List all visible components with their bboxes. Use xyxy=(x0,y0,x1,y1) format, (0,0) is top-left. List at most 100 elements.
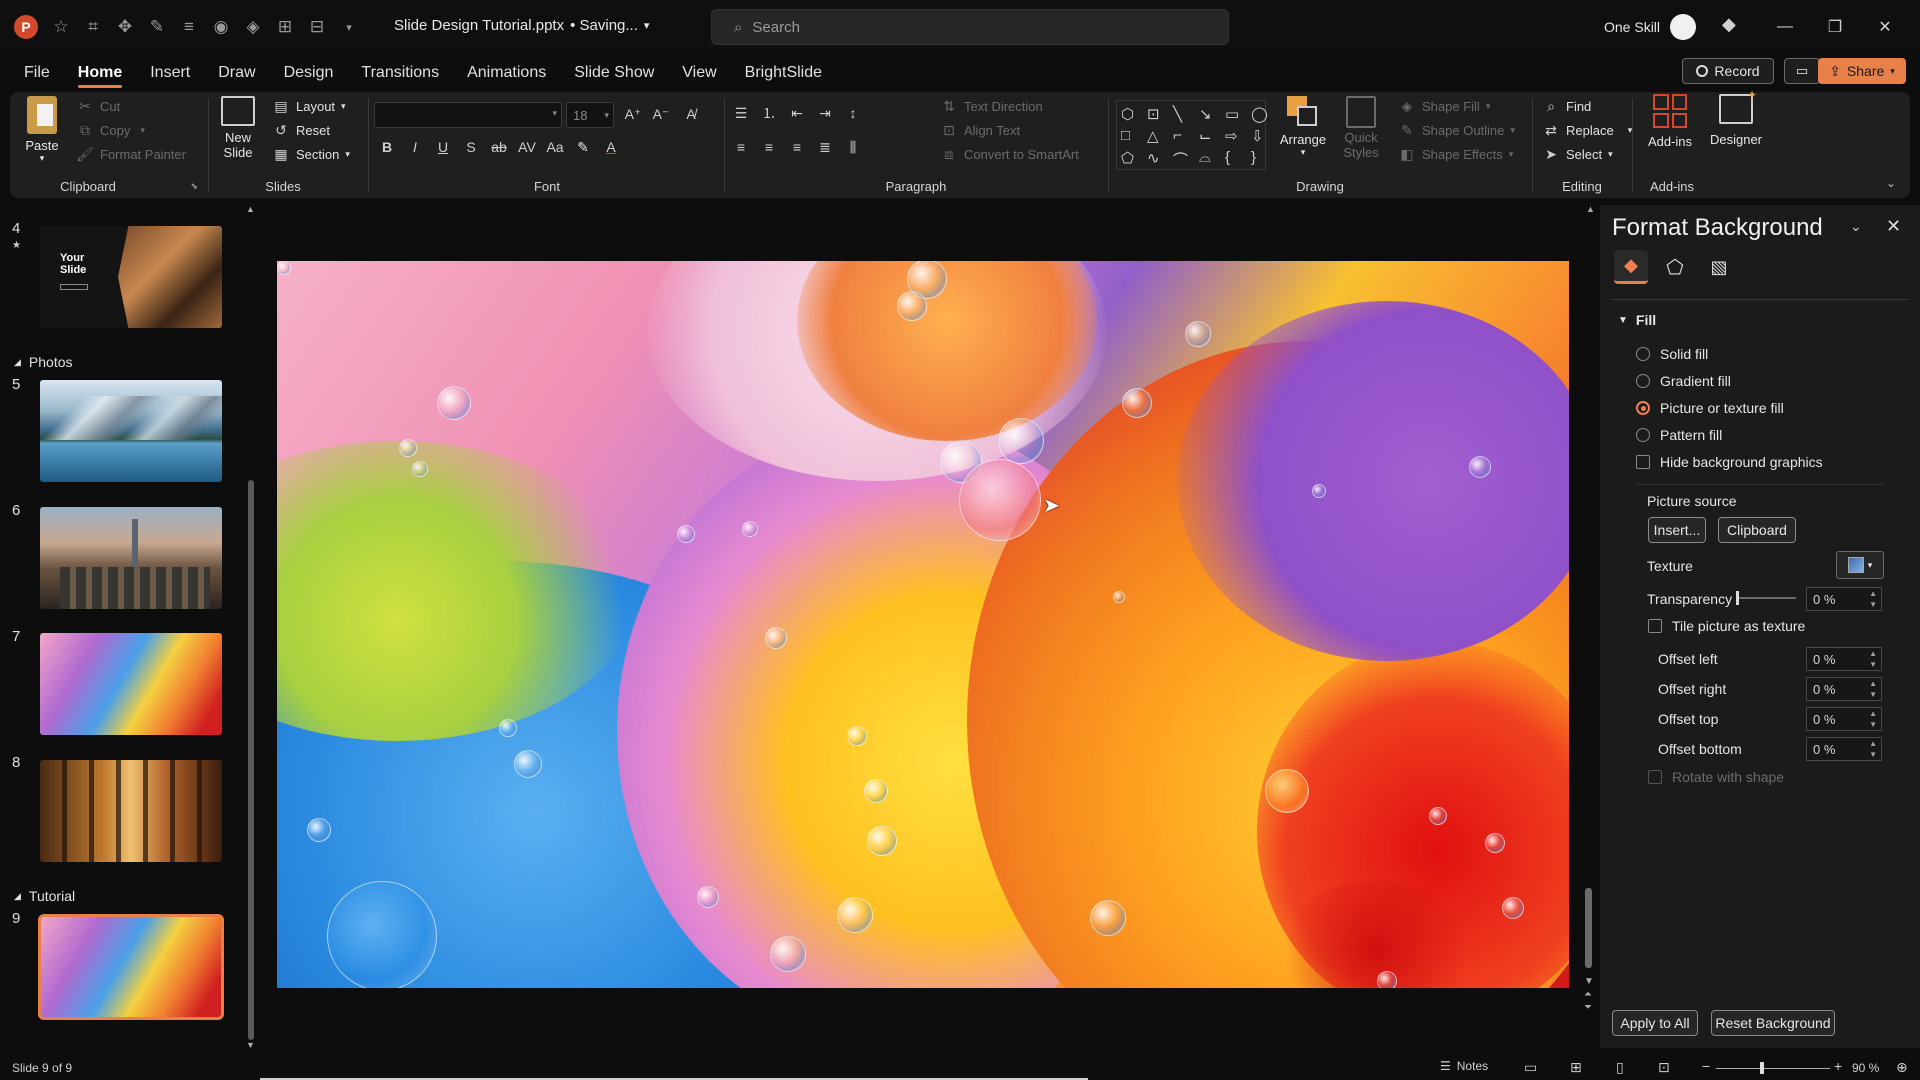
copy-button[interactable]: ⧉ Copy ▾ xyxy=(76,118,186,142)
shape-outline-button[interactable]: ✎ Shape Outline ▾ xyxy=(1398,118,1515,142)
format-painter-button[interactable]: 🖌 Format Painter xyxy=(76,142,186,166)
scroll-up-icon[interactable]: ▲ xyxy=(1586,204,1595,214)
picture-fill-option[interactable]: Picture or texture fill xyxy=(1636,400,1784,416)
replace-button[interactable]: ⇄ Replace ▾ xyxy=(1542,118,1632,142)
scroll-down-icon[interactable]: ▼ xyxy=(1584,976,1594,987)
tab-home[interactable]: Home xyxy=(64,56,136,90)
freeform-icon[interactable]: ⬠ xyxy=(1121,149,1143,170)
right-arrow-icon[interactable]: ⇨ xyxy=(1225,127,1247,145)
scribble-icon[interactable]: ∿ xyxy=(1147,149,1169,170)
spinner-arrows-icon[interactable]: ▲ ▼ xyxy=(1869,588,1877,610)
slide-thumbnail-6[interactable] xyxy=(40,507,222,609)
justify-icon[interactable]: ≣ xyxy=(816,138,834,156)
addins-button[interactable]: Add-ins xyxy=(1642,94,1698,149)
slide-thumbnail-8[interactable] xyxy=(40,760,222,862)
convert-smartart-button[interactable]: ⧈ Convert to SmartArt xyxy=(940,142,1079,166)
insert-picture-button[interactable]: Insert... xyxy=(1648,517,1706,543)
slide-sorter-icon[interactable]: ⊞ xyxy=(1570,1059,1582,1076)
clipboard-picture-button[interactable]: Clipboard xyxy=(1718,517,1796,543)
notes-button[interactable]: ☰ Notes xyxy=(1440,1059,1488,1073)
hide-graphics-option[interactable]: Hide background graphics xyxy=(1636,454,1823,470)
pattern-fill-radio[interactable] xyxy=(1636,428,1650,442)
slide-thumbnail-9-selected[interactable] xyxy=(38,914,224,1020)
search-box[interactable]: ⌕ Search xyxy=(711,9,1229,45)
reading-view-icon[interactable]: ▯ xyxy=(1616,1059,1624,1076)
minimize-button[interactable]: — xyxy=(1760,0,1810,54)
elbow-icon[interactable]: ⌐ xyxy=(1173,127,1195,145)
designer-button[interactable]: ✦ Designer xyxy=(1706,88,1766,147)
zoom-in-icon[interactable]: + xyxy=(1834,1058,1842,1074)
pen-icon[interactable]: ✎ xyxy=(146,16,168,38)
dialog-launcher-icon[interactable]: ⬊ xyxy=(190,181,198,192)
shapes-icon[interactable]: ◈ xyxy=(242,16,264,38)
slide-thumbnail-7[interactable] xyxy=(40,633,222,735)
record-button[interactable]: Record xyxy=(1682,58,1774,84)
pane-options-chevron-icon[interactable]: ⌄ xyxy=(1850,218,1862,235)
shrink-font-icon[interactable]: A⁻ xyxy=(652,105,670,123)
arc-icon[interactable]: ⌒ xyxy=(1173,149,1195,170)
arrow-line-icon[interactable]: ↘ xyxy=(1199,105,1221,123)
align-right-icon[interactable]: ≡ xyxy=(788,138,806,156)
hide-graphics-checkbox[interactable] xyxy=(1636,455,1650,469)
slide-scrollbar[interactable] xyxy=(1585,888,1592,968)
fit-to-window-icon[interactable]: ⊕ xyxy=(1896,1059,1908,1076)
align-text-button[interactable]: ⊡ Align Text xyxy=(940,118,1079,142)
diamond-icon[interactable]: ◆ xyxy=(1722,14,1736,35)
columns-icon[interactable]: ⫼ xyxy=(844,138,862,156)
apply-to-all-button[interactable]: Apply to All xyxy=(1612,1010,1698,1036)
font-size-dropdown[interactable]: 18 ▾ xyxy=(566,102,614,128)
tab-insert[interactable]: Insert xyxy=(136,56,204,90)
picture-tab-icon[interactable]: ▧ xyxy=(1702,250,1736,284)
spinner-arrows-icon[interactable]: ▲ ▼ xyxy=(1869,678,1877,700)
tile-option[interactable]: Tile picture as texture xyxy=(1648,618,1805,634)
effects-tab-icon[interactable]: ⬠ xyxy=(1658,250,1692,284)
align-left-icon[interactable]: ≡ xyxy=(732,138,750,156)
scroll-down-icon[interactable]: ▼ xyxy=(246,1040,255,1050)
spinner-arrows-icon[interactable]: ▲ ▼ xyxy=(1869,738,1877,760)
spinner-arrows-icon[interactable]: ▲ ▼ xyxy=(1869,708,1877,730)
textbox-icon[interactable]: ⊡ xyxy=(1147,105,1169,123)
cut-button[interactable]: ✂ Cut xyxy=(76,94,186,118)
next-slide-icon[interactable]: ⏷ xyxy=(1584,1002,1594,1013)
section-button[interactable]: ▦ Section ▾ xyxy=(272,142,350,166)
curve-icon[interactable]: ⌓ xyxy=(1199,149,1221,170)
transparency-spinner[interactable]: 0 % ▲ ▼ xyxy=(1806,587,1882,611)
restore-button[interactable]: ❐ xyxy=(1810,0,1860,54)
slider-thumb[interactable] xyxy=(1736,591,1739,605)
line-icon[interactable]: ╲ xyxy=(1173,105,1195,123)
star-icon[interactable]: ☆ xyxy=(50,16,72,38)
zoom-out-icon[interactable]: − xyxy=(1702,1058,1710,1074)
grid-icon[interactable]: ⊟ xyxy=(306,16,328,38)
move-icon[interactable]: ✥ xyxy=(114,16,136,38)
scroll-up-icon[interactable]: ▲ xyxy=(246,204,255,214)
shape-effects-button[interactable]: ◧ Shape Effects ▾ xyxy=(1398,142,1515,166)
new-slide-button[interactable]: New Slide xyxy=(214,96,262,160)
section-header-tutorial[interactable]: ◢ Tutorial xyxy=(14,888,75,904)
fill-tab-icon[interactable]: ◆ xyxy=(1614,250,1648,284)
slide-thumbnail-5[interactable] xyxy=(40,380,222,482)
tab-animations[interactable]: Animations xyxy=(453,56,560,90)
offset-bottom-spinner[interactable]: 0 % ▲ ▼ xyxy=(1806,737,1882,761)
underline-icon[interactable]: U xyxy=(434,138,452,156)
screenshot-icon[interactable]: ⌗ xyxy=(82,16,104,38)
offset-left-spinner[interactable]: 0 % ▲ ▼ xyxy=(1806,647,1882,671)
tab-draw[interactable]: Draw xyxy=(204,56,269,90)
record-dot-icon[interactable]: ◉ xyxy=(210,16,232,38)
pattern-fill-option[interactable]: Pattern fill xyxy=(1636,427,1722,443)
picture-fill-radio[interactable] xyxy=(1636,401,1650,415)
font-color-icon[interactable]: A xyxy=(602,138,620,156)
collapse-section-icon[interactable]: ◢ xyxy=(14,357,21,368)
offset-right-spinner[interactable]: 0 % ▲ ▼ xyxy=(1806,677,1882,701)
align-icon[interactable]: ≡ xyxy=(178,16,200,38)
zoom-slider-thumb[interactable] xyxy=(1760,1062,1764,1074)
hexagon-icon[interactable]: ⬡ xyxy=(1121,105,1143,123)
spinner-arrows-icon[interactable]: ▲ ▼ xyxy=(1869,648,1877,670)
text-direction-button[interactable]: ⇅ Text Direction xyxy=(940,94,1079,118)
reset-background-button[interactable]: Reset Background xyxy=(1711,1010,1835,1036)
zoom-slider[interactable] xyxy=(1716,1062,1830,1074)
fill-section-header[interactable]: ▼ Fill xyxy=(1618,312,1656,328)
close-pane-icon[interactable]: ✕ xyxy=(1886,216,1901,237)
elbow2-icon[interactable]: ⌙ xyxy=(1199,127,1221,145)
highlight-icon[interactable]: ✎ xyxy=(574,138,592,156)
close-window-button[interactable]: ✕ xyxy=(1860,0,1910,54)
